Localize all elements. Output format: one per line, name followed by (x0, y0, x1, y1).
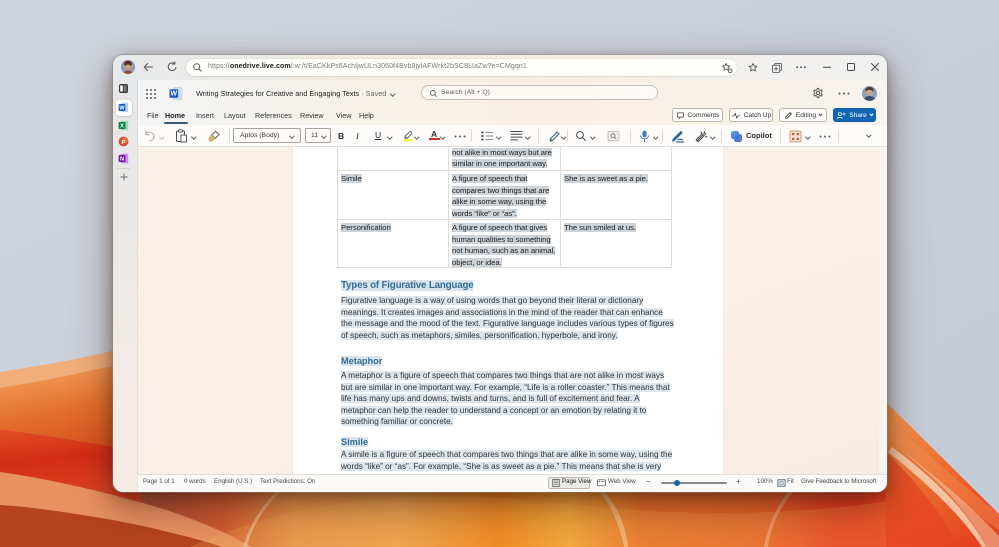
svg-text:W: W (170, 91, 177, 98)
svg-text:W: W (119, 106, 125, 112)
svg-text:P: P (122, 140, 126, 146)
svg-text:N: N (120, 157, 124, 163)
svg-text:X: X (120, 123, 124, 129)
